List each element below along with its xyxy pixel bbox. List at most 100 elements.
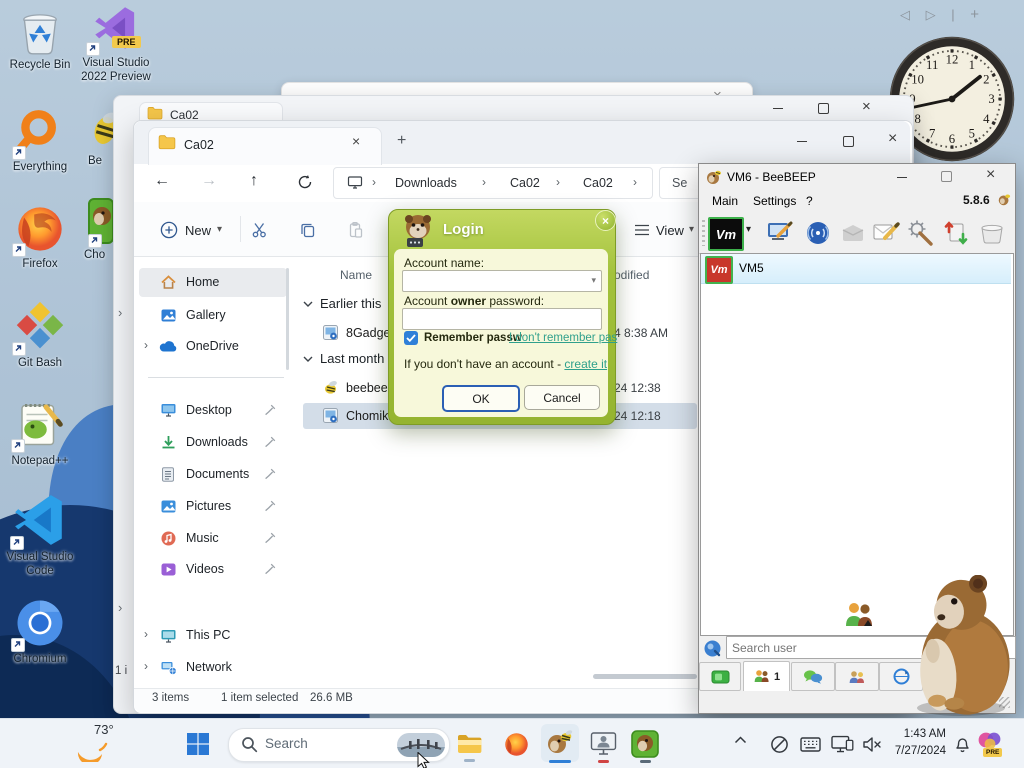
desktop-icon-chomikbox[interactable]: Cho [58, 198, 118, 262]
window-b-expander-icon[interactable]: › [118, 305, 122, 320]
tab-close-icon[interactable]: × [352, 133, 360, 149]
users-tab-button-active[interactable]: 1 [743, 661, 790, 691]
tray-clock[interactable]: 1:43 AM 7/27/2024 [880, 726, 946, 760]
desktop-icon-recycle-bin[interactable]: Recycle Bin [0, 8, 82, 72]
column-header-name[interactable]: Name [340, 268, 372, 282]
remember-password-checkbox[interactable] [404, 331, 418, 345]
taskbar-firefox-icon[interactable] [503, 731, 530, 758]
taskbar-beebeep-icon[interactable] [546, 729, 574, 757]
taskbar-chomikbox-icon[interactable] [631, 730, 659, 758]
weather-icon[interactable] [74, 736, 108, 762]
refresh-icon[interactable] [297, 174, 313, 190]
gadget-prev-button[interactable]: ◁ [900, 7, 916, 22]
open-chat-icon-disabled[interactable] [840, 220, 866, 246]
account-name-combobox[interactable]: ▾ [402, 270, 602, 292]
horizontal-scrollbar[interactable] [593, 674, 697, 679]
sidebar-item-this-pc[interactable]: This PC [186, 628, 230, 642]
copy-icon[interactable] [299, 221, 317, 239]
back-button[interactable]: ← [154, 172, 170, 190]
settings-wand-icon[interactable] [906, 219, 934, 247]
gadget-controls: ◁ ▷ | + [900, 6, 985, 23]
up-button[interactable]: ↑ [250, 172, 258, 190]
sidebar-item-gallery[interactable]: Gallery [186, 308, 226, 322]
sidebar-item-desktop[interactable]: Desktop [186, 403, 232, 417]
edit-profile-icon[interactable] [766, 219, 794, 247]
window-b-maximize-button[interactable] [818, 103, 829, 114]
trash-box-icon[interactable] [978, 219, 1006, 247]
create-account-link[interactable]: create it [564, 357, 607, 371]
chats-tab-button[interactable] [791, 662, 835, 691]
column-header-modified[interactable]: odified [614, 268, 649, 282]
taskbar-file-explorer-icon[interactable] [456, 732, 482, 756]
explorer-minimize-button[interactable] [797, 141, 807, 143]
expander-icon[interactable]: › [144, 627, 148, 641]
breadcrumb-ca02[interactable]: Ca02 [510, 176, 540, 190]
window-b-expander-icon[interactable]: › [118, 600, 122, 615]
sidebar-scrollbar[interactable] [286, 268, 289, 370]
weather-temp[interactable]: 73° [94, 722, 114, 737]
tray-chevron-icon[interactable] [734, 736, 747, 744]
forward-button[interactable]: → [201, 172, 217, 190]
toolbar-grip[interactable] [702, 220, 705, 246]
sidebar-item-documents[interactable]: Documents [186, 467, 249, 481]
breadcrumb-ca02-2[interactable]: Ca02 [583, 176, 613, 190]
vm-badge-caret-icon[interactable]: ▾ [746, 224, 751, 235]
cancel-button[interactable]: Cancel [524, 385, 600, 410]
menu-main[interactable]: Main [712, 194, 738, 208]
file-group-label[interactable]: Earlier this [320, 296, 381, 311]
beebeep-close-button[interactable]: × [986, 167, 995, 183]
sidebar-item-videos[interactable]: Videos [186, 562, 224, 576]
sidebar-item-pictures[interactable]: Pictures [186, 499, 231, 513]
window-b-close-button[interactable]: × [862, 99, 871, 114]
desktop-icon-vs2022-preview[interactable]: PRE Visual Studio 2022 Preview [74, 6, 158, 84]
vm-profile-badge[interactable]: Vm [708, 217, 744, 251]
breadcrumb-downloads[interactable]: Downloads [395, 176, 457, 190]
volume-muted-icon[interactable] [862, 736, 882, 753]
beebeep-maximize-button[interactable] [941, 171, 952, 182]
menu-settings[interactable]: Settings [753, 194, 796, 208]
paste-icon[interactable] [347, 221, 365, 239]
menu-help[interactable]: ? [806, 194, 813, 208]
sidebar-item-downloads[interactable]: Downloads [186, 435, 248, 449]
view-button[interactable]: View [656, 223, 684, 238]
desktop-icon-chromium[interactable]: Chromium [0, 596, 82, 666]
broadcast-icon[interactable] [804, 219, 832, 247]
ok-button[interactable]: OK [442, 385, 520, 412]
sidebar-item-onedrive[interactable]: OneDrive [186, 339, 239, 353]
desktop-icon-vscode[interactable]: Visual Studio Code [0, 492, 82, 578]
file-group-label[interactable]: Last month [320, 351, 384, 366]
do-not-disturb-icon[interactable] [770, 735, 789, 754]
status-tab-button[interactable] [699, 662, 741, 691]
account-password-input[interactable] [402, 308, 602, 330]
group-chevron-icon[interactable] [303, 301, 313, 307]
explorer-close-button[interactable]: × [888, 131, 897, 147]
forgot-password-link[interactable]: I don't remember pas [509, 332, 617, 344]
taskbar-remote-app-icon[interactable] [590, 731, 617, 757]
explorer-maximize-button[interactable] [843, 136, 854, 147]
compose-message-icon[interactable] [872, 219, 900, 247]
notification-bell-icon[interactable] [954, 735, 971, 753]
file-transfer-icon[interactable] [942, 219, 970, 247]
cast-display-icon[interactable] [831, 735, 854, 754]
account-password-label: Account owner password: [404, 294, 545, 308]
touch-keyboard-icon[interactable] [800, 737, 821, 752]
beebeep-minimize-button[interactable] [897, 177, 907, 179]
gadget-next-button[interactable]: ▷ [926, 7, 942, 22]
groups-tab-button[interactable] [835, 662, 879, 691]
start-button[interactable] [186, 732, 210, 756]
desktop-icon-notepadpp[interactable]: Notepad++ [0, 398, 82, 468]
expander-icon[interactable]: › [144, 659, 148, 673]
cut-icon[interactable] [251, 221, 269, 239]
new-button[interactable]: New [185, 223, 211, 238]
window-b-minimize-button[interactable] [773, 108, 783, 110]
new-tab-button[interactable]: + [397, 132, 406, 150]
desktop-icon-beebeep[interactable]: Be [58, 108, 118, 168]
gadget-add-button[interactable]: + [970, 6, 985, 23]
login-close-button[interactable]: × [595, 210, 616, 231]
sidebar-item-network[interactable]: Network [186, 660, 232, 674]
group-chevron-icon[interactable] [303, 356, 313, 362]
sidebar-item-music[interactable]: Music [186, 531, 219, 545]
expander-icon[interactable]: › [144, 338, 148, 352]
desktop-icon-git-bash[interactable]: Git Bash [0, 302, 82, 370]
sidebar-item-home[interactable]: Home [186, 275, 219, 289]
